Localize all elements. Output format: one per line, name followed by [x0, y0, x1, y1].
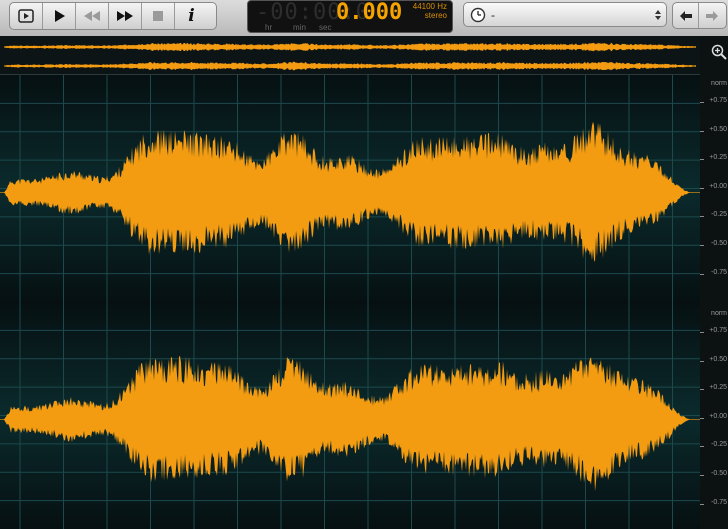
ruler-tick-label: +0.00 [709, 412, 727, 420]
ruler-tick [700, 130, 704, 132]
ruler-tick [700, 389, 704, 391]
arrow-left-icon [679, 10, 692, 21]
ruler-tick [700, 417, 704, 419]
ruler-header: norm [711, 80, 727, 87]
ruler-tick-label: -0.50 [711, 470, 727, 477]
channel-left[interactable] [0, 75, 700, 302]
back-button[interactable] [673, 3, 699, 28]
overview-strip[interactable] [0, 36, 700, 75]
ruler-tick [700, 446, 704, 448]
channel-right[interactable] [0, 302, 700, 529]
ruler-tick-label: -0.25 [711, 211, 727, 219]
ruler-tick [700, 503, 704, 505]
ruler-tick [700, 102, 704, 103]
ruler-tick [700, 273, 704, 275]
waveform-left [0, 75, 700, 302]
marker-dropdown[interactable]: - [463, 2, 667, 27]
info-icon: i [188, 6, 195, 26]
stop-icon [153, 11, 163, 21]
unit-hr: hr [265, 23, 273, 32]
preview-button[interactable] [10, 3, 43, 29]
zoom-icon[interactable] [711, 44, 727, 60]
ruler-tick [700, 245, 704, 246]
ruler-tick [700, 187, 704, 189]
ruler-tick-label: -0.50 [711, 240, 727, 247]
info-button[interactable]: i [175, 3, 208, 29]
fast-forward-button[interactable] [109, 3, 142, 29]
play-button[interactable] [43, 3, 76, 29]
preview-icon [18, 9, 34, 23]
ruler-tick [700, 332, 704, 333]
forward-button[interactable] [699, 3, 725, 28]
ruler-tick-label: -0.25 [711, 441, 727, 449]
time-value: 0.000 [336, 0, 403, 25]
unit-min: min [293, 23, 306, 32]
toolbar: i -00:00:0 0.000 hr min sec 44100 Hz ste… [0, 0, 728, 37]
dropdown-arrows-icon [655, 10, 661, 20]
ruler-tick-label: -0.75 [711, 498, 727, 506]
navigation-buttons [672, 2, 727, 29]
dropdown-value: - [491, 8, 495, 22]
ruler-tick-label: +0.75 [709, 327, 727, 334]
transport-controls: i [9, 2, 217, 30]
ruler-tick-label: +0.25 [709, 154, 727, 162]
arrow-right-icon [706, 10, 718, 21]
play-icon [55, 10, 65, 22]
ruler-tick [700, 216, 704, 218]
fast-forward-icon [117, 11, 133, 21]
unit-sec: sec [319, 23, 332, 32]
ruler-tick [700, 360, 704, 362]
stop-button[interactable] [142, 3, 175, 29]
ruler-tick-label: +0.50 [709, 355, 727, 363]
waveform-right [0, 302, 700, 529]
rewind-icon [84, 11, 100, 21]
ruler-tick-label: +0.75 [709, 97, 727, 104]
waveform-view[interactable] [0, 75, 700, 529]
ruler-tick-label: +0.50 [709, 125, 727, 133]
ruler-tick-label: +0.00 [709, 182, 727, 190]
sample-rate: 44100 Hz [412, 2, 447, 11]
rewind-button[interactable] [76, 3, 109, 29]
ruler-header: norm [711, 310, 727, 317]
channel-mode: stereo [424, 11, 447, 20]
clock-icon [470, 7, 486, 23]
amplitude-ruler: norm +0.75 +0.50 +0.25 +0.00 -0.25 -0.50 -0.75 n… [700, 36, 728, 529]
time-display: -00:00:0 0.000 hr min sec 44100 Hz stere… [247, 0, 453, 33]
overview-waveform [4, 42, 696, 71]
ruler-tick-label: -0.75 [711, 268, 727, 276]
ruler-tick [700, 475, 704, 476]
ruler-tick-label: +0.25 [709, 384, 727, 392]
ruler-tick [700, 159, 704, 161]
format-info: 44100 Hz stereo [413, 2, 447, 20]
